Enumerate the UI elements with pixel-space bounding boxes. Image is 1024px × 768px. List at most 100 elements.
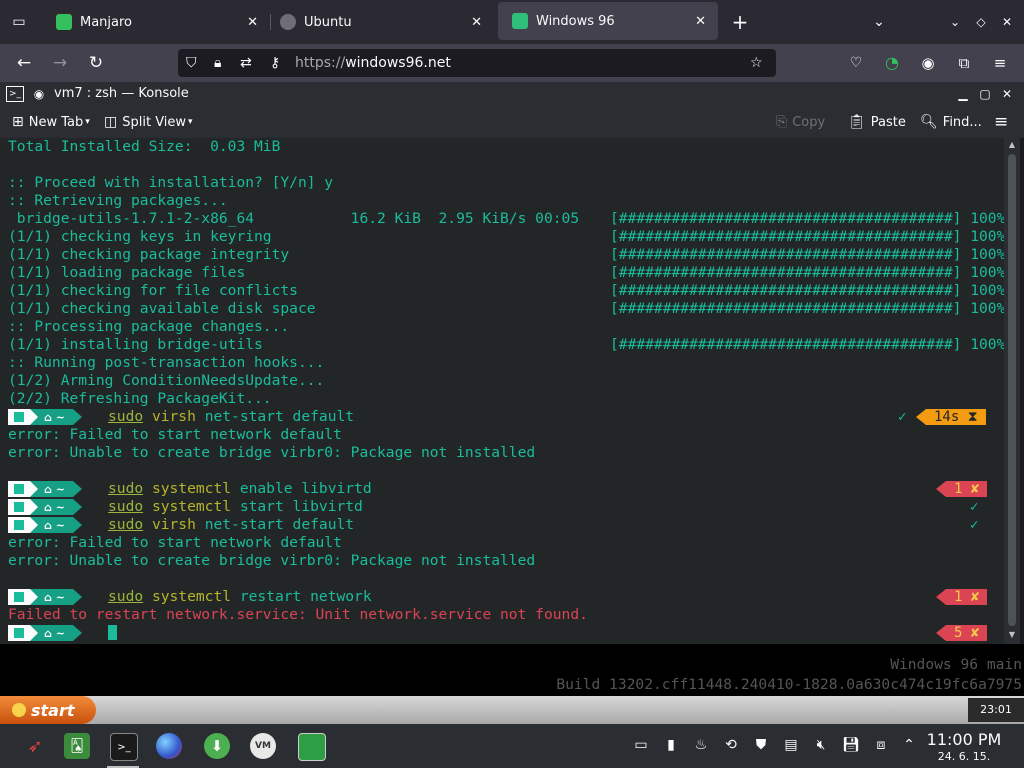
battery-icon[interactable]: ▤ [782, 735, 800, 755]
prompt-directory: ⌂ ~ [30, 409, 73, 425]
new-tab-icon: ⊞ [12, 114, 24, 130]
menu-icon[interactable]: ≡ [986, 44, 1014, 82]
tab-overview-icon[interactable]: ▭ [8, 0, 30, 44]
system-taskbar [0, 724, 1024, 768]
system-clock-time[interactable]: 11:00 PM [924, 730, 1004, 749]
pocket-icon[interactable]: ♡ [842, 44, 870, 82]
app-launcher-icon[interactable]: ➶ [22, 733, 48, 759]
terminal-line: (1/1) checking package integrity [8, 246, 290, 263]
terminal-line: :: Proceed with installation? [Y/n] y [8, 174, 334, 191]
prompt-directory: ⌂ ~ [30, 517, 73, 533]
error-line: error: Unable to create bridge virbr0: P… [8, 552, 536, 569]
command-line: sudo systemctl start libvirtd [108, 498, 363, 515]
tab-label: Windows 96 [536, 13, 615, 29]
extensions-icon[interactable]: ⧉ [950, 44, 978, 82]
storage-icon[interactable]: ▮ [662, 735, 680, 755]
windows96-favicon-icon [512, 13, 528, 29]
notifications-icon[interactable]: ♨ [692, 735, 710, 755]
status-check: ✓ [970, 517, 979, 533]
watermark-line: Windows 96 main [890, 656, 1022, 673]
progress-bar-text: [######################################]… [610, 300, 1004, 317]
tab-windows96[interactable]: Windows 96 ✕ [498, 2, 718, 40]
new-tab-label: New Tab [28, 114, 84, 130]
permissions-icon[interactable]: ⇄ [240, 49, 252, 77]
paste-button[interactable]: 📋︎ Paste [848, 106, 906, 138]
bookmark-star-icon[interactable]: ☆ [750, 49, 763, 77]
scroll-up-icon[interactable]: ▲ [1004, 138, 1020, 152]
url-bar[interactable]: ⛉ 🔒︎ ⇄ ⚷ https://windows96.net ☆ [178, 49, 776, 77]
system-clock-date[interactable]: 24. 6. 15. [924, 750, 1004, 763]
close-icon[interactable]: ✕ [247, 15, 258, 30]
tab-manjaro[interactable]: Manjaro ✕ [42, 0, 270, 44]
reload-icon[interactable]: ↻ [82, 44, 110, 82]
find-button[interactable]: 🔍︎ Find... [920, 106, 982, 138]
command-line: sudo virsh net-start default [108, 516, 355, 533]
shell-prompt: ⌂ ~ [8, 499, 82, 515]
volume-muted-icon[interactable]: 🔇︎ [812, 735, 830, 755]
terminal-line: (1/2) Arming ConditionNeedsUpdate... [8, 372, 325, 389]
list-tabs-icon[interactable]: ⌄ [868, 0, 890, 44]
minimize-icon[interactable]: ⌄ [944, 0, 966, 44]
shell-prompt: ⌂ ~ [8, 625, 82, 641]
browser-icon[interactable] [156, 733, 182, 759]
close-icon[interactable]: ✕ [695, 14, 706, 29]
status-error-badge: 1 ✘ [936, 589, 988, 605]
manjaro-logo-icon [8, 589, 30, 605]
error-line: error: Failed to start network default [8, 534, 342, 551]
new-tab-button[interactable]: ⊞ New Tab ▾ [12, 106, 90, 138]
new-tab-button[interactable]: + [728, 0, 752, 44]
terminal-icon[interactable]: >_ [110, 733, 138, 761]
split-view-icon: ◫ [104, 114, 118, 130]
shield-icon[interactable]: ⛉ [186, 49, 197, 77]
save-icon[interactable]: 💾︎ [842, 735, 860, 755]
download-icon[interactable]: ⬇ [204, 733, 230, 759]
tab-ubuntu[interactable]: Ubuntu ✕ [266, 0, 494, 44]
window-icon[interactable] [298, 733, 326, 761]
close-icon[interactable]: ✕ [471, 15, 482, 30]
progress-bar-text: [######################################]… [610, 210, 1004, 227]
progress-bar-text: [######################################]… [610, 336, 1004, 353]
konsole-title-bar: >_ ◉ vm7 : zsh — Konsole ▁ ▢ ✕ [0, 82, 1024, 107]
prompt-directory: ⌂ ~ [30, 481, 73, 497]
paste-icon: 📋︎ [848, 114, 866, 130]
maximize-icon[interactable]: ◇ [970, 0, 992, 44]
terminal-scrollbar[interactable]: ▲ ▼ [1004, 138, 1020, 644]
shell-prompt: ⌂ ~ [8, 517, 82, 533]
vm-manager-icon[interactable]: VM [250, 733, 276, 759]
progress-bar-text: [######################################]… [610, 228, 1004, 245]
close-icon[interactable]: ✕ [998, 85, 1016, 103]
terminal-line: Total Installed Size: 0.03 MiB [8, 138, 281, 155]
key-icon[interactable]: ⚷ [270, 49, 280, 77]
terminal-view[interactable]: Total Installed Size: 0.03 MiB :: Procee… [0, 138, 1004, 644]
watermark-line: Build 13202.cff11448.240410-1828.0a630c4… [556, 676, 1022, 693]
lock-icon[interactable]: 🔒︎ [214, 49, 221, 77]
network-icon[interactable]: ⟲ [722, 735, 740, 755]
extension-circle-icon[interactable]: ◔ [878, 44, 906, 82]
back-icon[interactable]: ← [10, 44, 38, 82]
manjaro-logo-icon [8, 625, 30, 641]
shield-icon[interactable]: ⛊ [752, 735, 770, 755]
command-line: sudo virsh net-start default [108, 408, 355, 425]
scrollbar-thumb[interactable] [1008, 154, 1016, 626]
hamburger-menu-icon[interactable]: ≡ [994, 106, 1008, 138]
expand-tray-icon[interactable]: ⌃ [900, 735, 918, 755]
maximize-icon[interactable]: ▢ [976, 85, 994, 103]
display-icon[interactable]: ⧈ [872, 735, 890, 755]
start-button[interactable]: start [0, 696, 96, 724]
copy-button[interactable]: ⎘ Copy [776, 106, 825, 138]
pin-icon[interactable]: ◉ [30, 85, 48, 103]
terminal-line: :: Processing package changes... [8, 318, 290, 335]
forward-icon[interactable]: → [46, 44, 74, 82]
terminal-line: (1/1) loading package files [8, 264, 246, 281]
start-label: start [31, 700, 75, 720]
solitaire-icon[interactable]: 🂡 [64, 733, 90, 759]
clipboard-icon[interactable]: ▭ [632, 735, 650, 755]
scroll-down-icon[interactable]: ▼ [1004, 628, 1020, 642]
close-window-icon[interactable]: ✕ [996, 0, 1018, 44]
minimize-icon[interactable]: ▁ [954, 85, 972, 103]
account-icon[interactable]: ◉ [914, 44, 942, 82]
win96-desktop[interactable]: Windows 96 main Build 13202.cff11448.240… [0, 644, 1024, 696]
terminal-line: (1/1) checking keys in keyring [8, 228, 272, 245]
url-text[interactable]: https://windows96.net [295, 49, 451, 77]
split-view-button[interactable]: ◫ Split View ▾ [104, 106, 193, 138]
